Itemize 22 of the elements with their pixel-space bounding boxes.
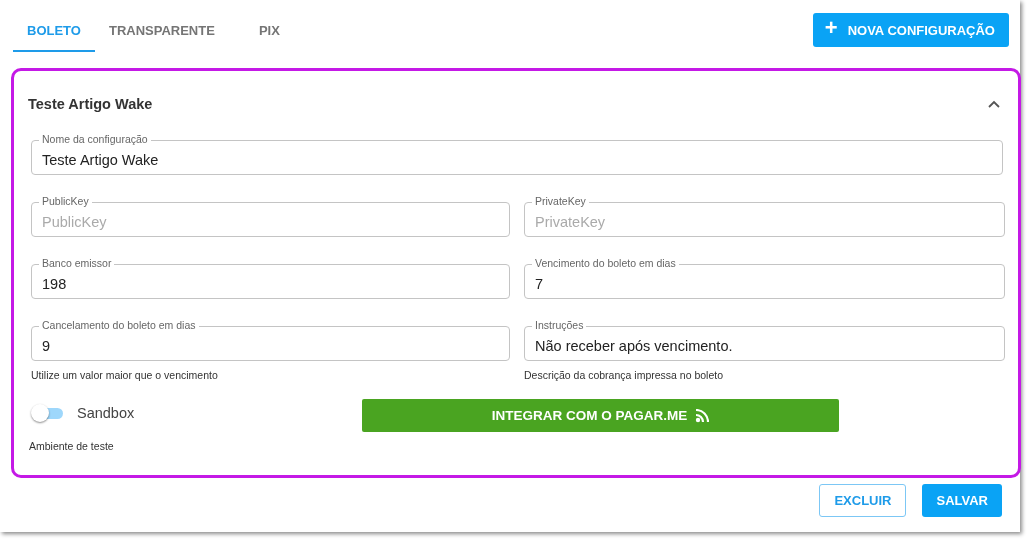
- tab[interactable]: PIX: [228, 12, 310, 52]
- save-button[interactable]: SALVAR: [922, 484, 1002, 517]
- helper-text: Utilize um valor maior que o vencimento: [31, 369, 219, 381]
- tab[interactable]: BOLETO: [13, 12, 95, 52]
- field-label: Nome da configuração: [39, 133, 151, 145]
- helper-text: Ambiente de teste: [29, 440, 115, 452]
- panel-title: Teste Artigo Wake: [28, 96, 153, 112]
- chevron-icon[interactable]: [988, 100, 1000, 108]
- field-label: Cancelamento do boleto em dias: [39, 319, 199, 331]
- field-label: PrivateKey: [532, 195, 589, 207]
- integrate-button[interactable]: INTEGRAR COM O PAGAR.ME: [362, 399, 839, 432]
- helper-text: Descrição da cobrança impressa no boleto: [524, 369, 725, 381]
- toggle-label: Sandbox: [77, 405, 135, 421]
- new-configuration-button[interactable]: + NOVA CONFIGURAÇÃO: [812, 13, 1009, 47]
- signal-icon: [695, 408, 710, 423]
- delete-button[interactable]: EXCLUIR: [819, 484, 907, 517]
- field-label: Vencimento do boleto em dias: [532, 257, 679, 269]
- tab[interactable]: TRANSPARENTE: [94, 12, 229, 52]
- field-label: Instruções: [532, 319, 587, 331]
- field-label: Banco emissor: [39, 257, 115, 269]
- field-label: PublicKey: [39, 195, 92, 207]
- sandbox-toggle[interactable]: [31, 403, 63, 423]
